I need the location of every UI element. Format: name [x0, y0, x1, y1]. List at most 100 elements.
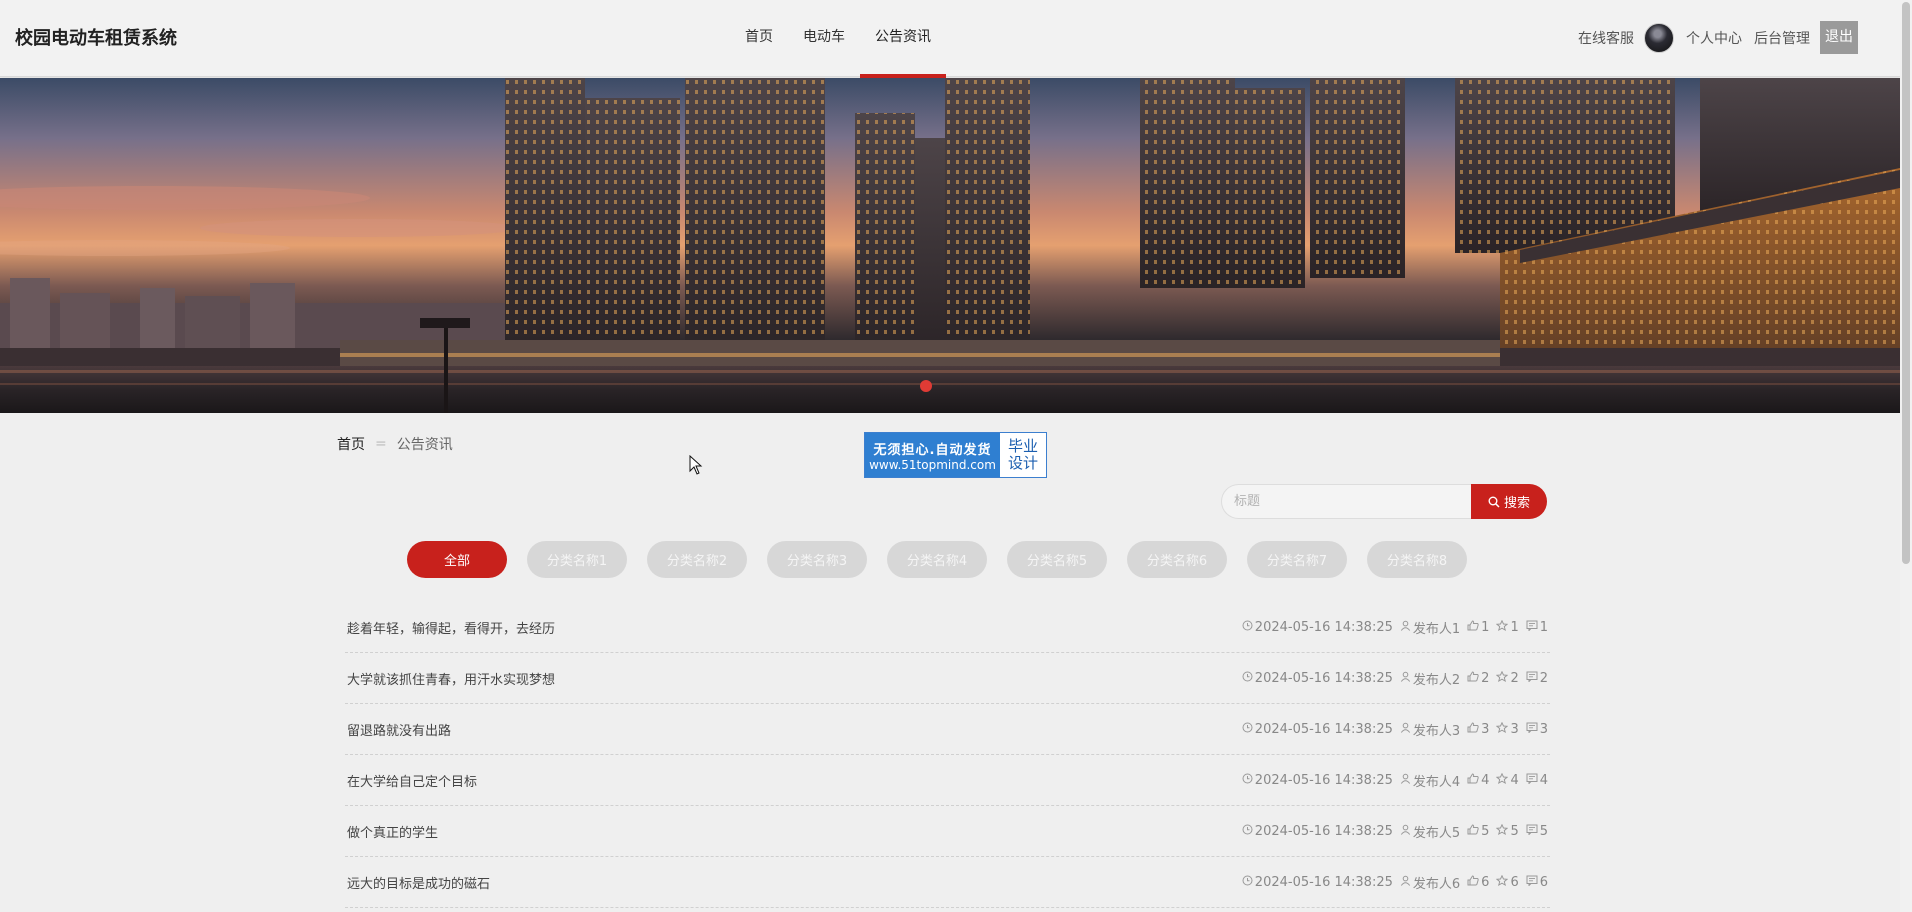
news-title[interactable]: 大学就该抓住青春，用汗水实现梦想 [347, 669, 555, 688]
category-tab-6[interactable]: 分类名称6 [1127, 541, 1227, 578]
star-icon [1496, 874, 1510, 890]
admin-link[interactable]: 后台管理 [1754, 28, 1810, 48]
news-author: 发布人5 [1400, 822, 1460, 841]
news-time: 2024-05-16 14:38:25 [1242, 620, 1393, 635]
page-scrollbar[interactable] [1900, 0, 1912, 912]
breadcrumb-current: 公告资讯 [396, 437, 453, 453]
online-service-link[interactable]: 在线客服 [1578, 28, 1634, 48]
news-title[interactable]: 在大学给自己定个目标 [347, 771, 477, 790]
category-tab-3[interactable]: 分类名称3 [767, 541, 867, 578]
category-tab-4[interactable]: 分类名称4 [887, 541, 987, 578]
user-icon [1400, 620, 1413, 635]
user-icon [1400, 671, 1413, 686]
news-meta: 2024-05-16 14:38:25 发布人6 6 6 6 [1235, 873, 1548, 892]
user-icon [1400, 773, 1413, 788]
header-user-area: 在线客服 个人中心 后台管理 退出 [1566, 21, 1858, 54]
category-tab-7[interactable]: 分类名称7 [1247, 541, 1347, 578]
news-title[interactable]: 做个真正的学生 [347, 822, 438, 841]
news-title[interactable]: 远大的目标是成功的磁石 [347, 873, 490, 892]
star-icon [1496, 670, 1510, 686]
thumb-up-icon [1467, 721, 1481, 737]
category-tab-2[interactable]: 分类名称2 [647, 541, 747, 578]
news-author: 发布人6 [1400, 873, 1460, 892]
comment-icon [1526, 773, 1540, 788]
news-time: 2024-05-16 14:38:25 [1242, 671, 1393, 686]
news-favorites-count: 5 [1510, 823, 1519, 839]
thumb-up-icon [1467, 874, 1481, 890]
news-likes: 4 [1467, 773, 1489, 788]
news-comments: 4 [1526, 773, 1548, 788]
site-title[interactable]: 校园电动车租赁系统 [15, 24, 177, 50]
clock-icon [1242, 671, 1255, 686]
nav-item-ebikes[interactable]: 电动车 [788, 0, 860, 77]
news-title[interactable]: 趁着年轻，输得起，看得开，去经历 [347, 618, 555, 637]
comment-icon [1526, 671, 1540, 686]
news-author-text: 发布人1 [1412, 621, 1461, 637]
news-meta: 2024-05-16 14:38:25 发布人4 4 4 4 [1235, 771, 1548, 790]
profile-link[interactable]: 个人中心 [1686, 28, 1742, 48]
nav-item-home[interactable]: 首页 [730, 0, 788, 77]
news-favorites: 1 [1496, 619, 1519, 635]
news-author: 发布人4 [1400, 771, 1460, 790]
news-time-text: 2024-05-16 14:38:25 [1254, 823, 1393, 839]
search-input[interactable] [1221, 484, 1473, 519]
clock-icon [1242, 620, 1255, 635]
news-meta: 2024-05-16 14:38:25 发布人5 5 5 5 [1235, 822, 1548, 841]
breadcrumb: 首页 = 公告资讯 [337, 434, 453, 454]
news-row[interactable]: 做个真正的学生 2024-05-16 14:38:25 发布人5 5 5 5 [345, 806, 1550, 857]
news-row[interactable]: 趁着年轻，输得起，看得开，去经历 2024-05-16 14:38:25 发布人1 1… [345, 602, 1550, 653]
star-icon [1496, 619, 1510, 635]
news-time-text: 2024-05-16 14:38:25 [1254, 721, 1393, 737]
avatar[interactable] [1644, 22, 1674, 53]
news-row[interactable]: 大学就该抓住青春，用汗水实现梦想 2024-05-16 14:38:25 发布人2 2… [345, 653, 1550, 704]
hero-banner[interactable] [0, 78, 1900, 413]
comment-icon [1526, 875, 1540, 890]
news-list: 趁着年轻，输得起，看得开，去经历 2024-05-16 14:38:25 发布人1 1… [345, 602, 1550, 908]
user-icon [1400, 722, 1413, 737]
news-author-text: 发布人4 [1412, 774, 1461, 790]
category-tab-1[interactable]: 分类名称1 [527, 541, 627, 578]
category-tab-5[interactable]: 分类名称5 [1007, 541, 1107, 578]
category-tab-all[interactable]: 全部 [407, 541, 507, 578]
breadcrumb-home-link[interactable]: 首页 [337, 434, 365, 454]
watermark-right: 毕业 设计 [1000, 433, 1046, 477]
watermark-right2: 设计 [1007, 454, 1038, 472]
watermark-right1: 毕业 [1007, 437, 1038, 455]
category-tabs: 全部 分类名称1 分类名称2 分类名称3 分类名称4 分类名称5 分类名称6 分类名称7 分类名… [407, 541, 1487, 578]
banner-cityscape-image [0, 78, 1900, 413]
star-icon [1496, 772, 1510, 788]
clock-icon [1242, 722, 1255, 737]
news-title[interactable]: 留退路就没有出路 [347, 720, 451, 739]
news-author-text: 发布人6 [1412, 876, 1461, 892]
search-button-label: 搜索 [1503, 496, 1530, 511]
news-likes-count: 4 [1481, 772, 1490, 788]
logout-button[interactable]: 退出 [1820, 21, 1858, 54]
carousel-indicator-dot[interactable] [920, 380, 932, 392]
thumb-up-icon [1467, 823, 1481, 839]
news-favorites-count: 3 [1510, 721, 1519, 737]
news-row[interactable]: 在大学给自己定个目标 2024-05-16 14:38:25 发布人4 4 4 4 [345, 755, 1550, 806]
news-favorites: 2 [1496, 670, 1519, 686]
category-tab-8[interactable]: 分类名称8 [1367, 541, 1467, 578]
news-author-text: 发布人3 [1412, 723, 1461, 739]
news-favorites: 6 [1496, 874, 1519, 890]
star-icon [1496, 721, 1510, 737]
breadcrumb-separator: = [375, 436, 387, 452]
search-button[interactable]: 搜索 [1471, 484, 1547, 519]
news-favorites: 3 [1496, 721, 1519, 737]
news-row[interactable]: 远大的目标是成功的磁石 2024-05-16 14:38:25 发布人6 6 6 6 [345, 857, 1550, 908]
scrollbar-thumb[interactable] [1902, 2, 1910, 564]
nav-item-news[interactable]: 公告资讯 [860, 0, 946, 78]
star-icon [1496, 823, 1510, 839]
clock-icon [1242, 773, 1255, 788]
news-comments: 1 [1526, 620, 1548, 635]
cursor-icon [689, 454, 703, 479]
news-time: 2024-05-16 14:38:25 [1242, 824, 1393, 839]
news-likes: 5 [1467, 824, 1489, 839]
news-likes-count: 5 [1481, 823, 1490, 839]
news-meta: 2024-05-16 14:38:25 发布人1 1 1 1 [1235, 618, 1548, 637]
comment-icon [1526, 620, 1540, 635]
clock-icon [1242, 875, 1255, 890]
news-row[interactable]: 留退路就没有出路 2024-05-16 14:38:25 发布人3 3 3 3 [345, 704, 1550, 755]
search-icon [1488, 496, 1500, 508]
